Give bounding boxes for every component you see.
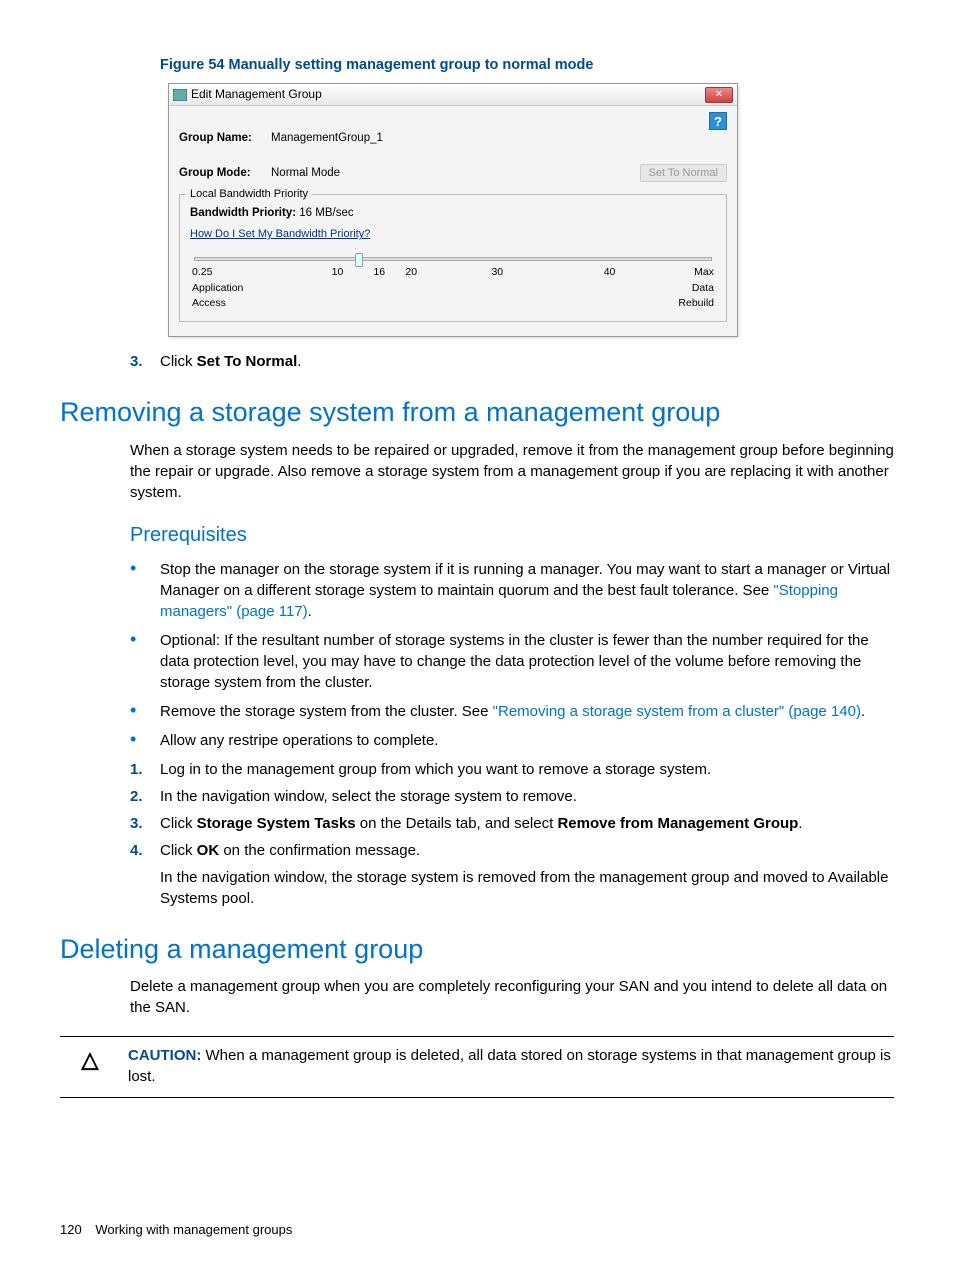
instruction-step-3: 3. Click Set To Normal.	[130, 351, 894, 372]
slider-ticks: 0.25 10 16 20 30 40 Max	[192, 265, 714, 280]
list-item: 2. In the navigation window, select the …	[130, 786, 894, 807]
bullet-icon: •	[130, 559, 160, 622]
group-mode-row: Group Mode: Normal Mode Set To Normal	[179, 164, 727, 182]
bandwidth-help-link[interactable]: How Do I Set My Bandwidth Priority?	[190, 227, 370, 242]
group-mode-value: Normal Mode	[271, 165, 340, 181]
list-item: 1. Log in to the management group from w…	[130, 759, 894, 780]
caution-label: CAUTION:	[128, 1047, 201, 1064]
list-item: • Stop the manager on the storage system…	[130, 559, 894, 622]
removing-intro: When a storage system needs to be repair…	[130, 440, 894, 503]
list-item: • Optional: If the resultant number of s…	[130, 630, 894, 693]
link-removing-from-cluster[interactable]: "Removing a storage system from a cluste…	[493, 703, 861, 720]
list-item: 3. Click Storage System Tasks on the Det…	[130, 813, 894, 834]
bandwidth-priority-label: Bandwidth Priority:	[190, 207, 296, 219]
edit-management-group-dialog: Edit Management Group ✕ ? Group Name: Ma…	[168, 83, 738, 336]
group-mode-label: Group Mode:	[179, 165, 271, 181]
page-number: 120	[60, 1222, 82, 1237]
chapter-title: Working with management groups	[95, 1222, 292, 1237]
group-name-label: Group Name:	[179, 130, 271, 146]
bandwidth-slider[interactable]	[194, 257, 712, 261]
caution-box: △ CAUTION: When a management group is de…	[60, 1036, 894, 1098]
slider-thumb-icon[interactable]	[355, 253, 363, 267]
removing-result-text: In the navigation window, the storage sy…	[160, 867, 894, 909]
section-heading-deleting: Deleting a management group	[60, 931, 894, 969]
list-item: 4. Click OK on the confirmation message.	[130, 840, 894, 861]
help-icon[interactable]: ?	[709, 112, 727, 130]
caution-icon: △	[60, 1045, 120, 1087]
deleting-intro: Delete a management group when you are c…	[130, 976, 894, 1018]
list-item: • Remove the storage system from the clu…	[130, 701, 894, 722]
bandwidth-legend: Local Bandwidth Priority	[186, 187, 312, 202]
bullet-icon: •	[130, 630, 160, 693]
bullet-icon: •	[130, 730, 160, 751]
bandwidth-priority-fieldset: Local Bandwidth Priority Bandwidth Prior…	[179, 194, 727, 322]
group-name-value: ManagementGroup_1	[271, 130, 383, 146]
close-icon[interactable]: ✕	[705, 87, 733, 103]
section-heading-removing: Removing a storage system from a managem…	[60, 394, 894, 432]
caution-body: When a management group is deleted, all …	[128, 1047, 891, 1085]
dialog-title: Edit Management Group	[191, 86, 705, 103]
page-footer: 120 Working with management groups	[60, 1221, 292, 1239]
subheading-prerequisites: Prerequisites	[130, 521, 894, 549]
figure-caption: Figure 54 Manually setting management gr…	[160, 55, 894, 75]
bandwidth-priority-value: 16 MB/sec	[299, 207, 353, 219]
dialog-titlebar: Edit Management Group ✕	[169, 84, 737, 106]
list-item: • Allow any restripe operations to compl…	[130, 730, 894, 751]
bullet-icon: •	[130, 701, 160, 722]
slider-left-label: Application Access	[192, 281, 243, 310]
slider-right-label: Data Rebuild	[678, 281, 714, 310]
app-icon	[173, 89, 187, 101]
set-to-normal-button[interactable]: Set To Normal	[640, 164, 728, 182]
group-name-row: Group Name: ManagementGroup_1	[179, 130, 727, 146]
